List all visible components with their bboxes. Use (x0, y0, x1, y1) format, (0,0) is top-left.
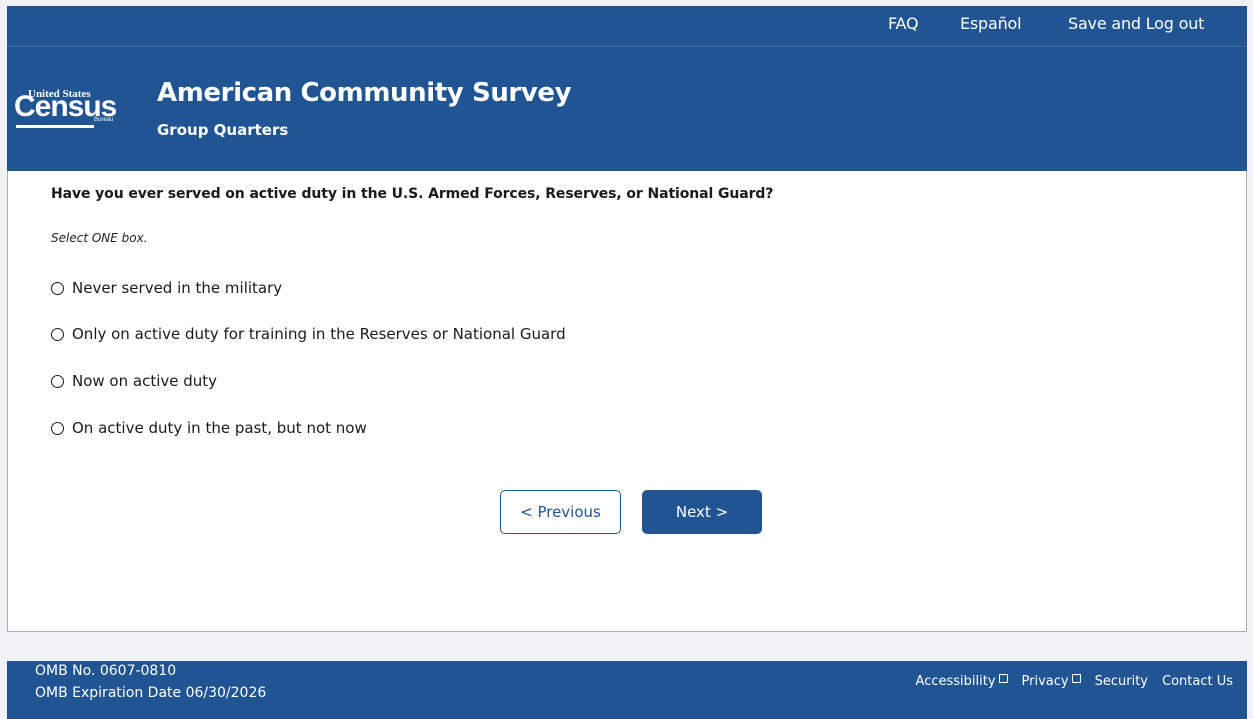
omb-expiration: OMB Expiration Date 06/30/2026 (35, 685, 267, 701)
logo-underline (16, 125, 94, 128)
security-link[interactable]: Security (1095, 674, 1148, 689)
option-label[interactable]: On active duty in the past, but not now (72, 419, 367, 437)
site-header: FAQ Español Save and Log out United Stat… (7, 6, 1247, 171)
privacy-link[interactable]: Privacy (1022, 674, 1081, 689)
question-text: Have you ever served on active duty in t… (51, 186, 774, 202)
radio-unselected-icon[interactable] (51, 281, 64, 295)
next-button[interactable]: Next > (642, 490, 762, 534)
census-logo: United States Census Bureau (12, 84, 132, 136)
top-nav: FAQ Español Save and Log out (7, 6, 1247, 47)
option-label[interactable]: Only on active duty for training in the … (72, 325, 566, 343)
option-training-only[interactable]: Only on active duty for training in the … (51, 325, 566, 343)
accessibility-link[interactable]: Accessibility (916, 674, 1008, 689)
option-now-active[interactable]: Now on active duty (51, 372, 217, 390)
external-link-icon (1071, 674, 1081, 683)
accessibility-link-label[interactable]: Accessibility (916, 674, 996, 689)
logo-bureau-text: Bureau (94, 117, 114, 123)
omb-number: OMB No. 0607-0810 (35, 663, 177, 679)
option-label[interactable]: Now on active duty (72, 372, 217, 390)
radio-unselected-icon[interactable] (51, 421, 64, 435)
privacy-link-label[interactable]: Privacy (1022, 674, 1069, 689)
espanol-link[interactable]: Español (960, 14, 1022, 33)
contact-us-link[interactable]: Contact Us (1162, 674, 1233, 689)
radio-unselected-icon[interactable] (51, 374, 64, 388)
survey-title: American Community Survey (157, 78, 572, 108)
external-link-icon (998, 674, 1008, 683)
radio-unselected-icon[interactable] (51, 327, 64, 341)
previous-button[interactable]: < Previous (500, 490, 621, 534)
site-footer: OMB No. 0607-0810 OMB Expiration Date 06… (7, 661, 1247, 719)
faq-link[interactable]: FAQ (888, 14, 919, 33)
option-past-active[interactable]: On active duty in the past, but not now (51, 419, 367, 437)
instruction-text: Select ONE box. (51, 231, 148, 245)
option-label[interactable]: Never served in the military (72, 279, 282, 297)
option-never-served[interactable]: Never served in the military (51, 279, 282, 297)
save-logout-link[interactable]: Save and Log out (1068, 14, 1204, 33)
survey-subtitle: Group Quarters (157, 121, 289, 139)
footer-links: Accessibility Privacy Security Contact U… (916, 674, 1233, 689)
